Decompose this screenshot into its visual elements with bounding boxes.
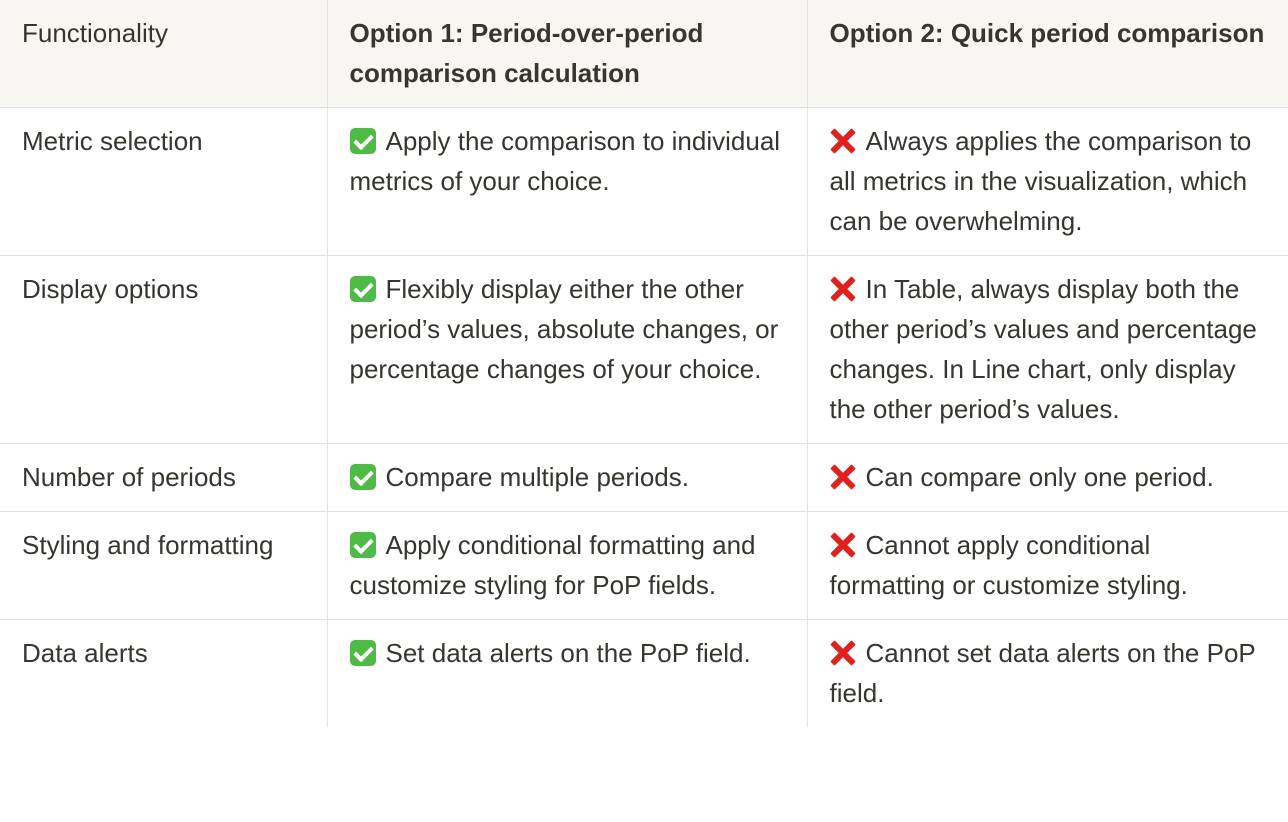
option-1-text: Set data alerts on the PoP field. — [385, 638, 751, 668]
check-mark-icon — [349, 464, 376, 490]
check-mark-icon — [349, 640, 376, 666]
header-option-1: Option 1: Period-over-period comparison … — [326, 0, 808, 108]
functionality-cell: Data alerts — [0, 619, 328, 727]
option-1-cell: Flexibly display either the other period… — [326, 255, 808, 444]
functionality-cell: Display options — [0, 255, 328, 444]
option-1-cell: Apply the comparison to individual metri… — [326, 107, 808, 256]
table-row: Metric selection Apply the comparison to… — [0, 107, 1288, 256]
header-row: Functionality Option 1: Period-over-peri… — [0, 0, 1288, 108]
table-row: Data alerts Set data alerts on the PoP f… — [0, 619, 1288, 727]
option-2-text: Can compare only one period. — [865, 462, 1214, 492]
check-mark-icon — [349, 276, 376, 302]
option-1-cell: Apply conditional formatting and customi… — [326, 511, 808, 620]
option-1-text: Flexibly display either the other period… — [349, 274, 779, 384]
cross-mark-icon — [830, 464, 856, 490]
option-1-cell: Set data alerts on the PoP field. — [326, 619, 808, 727]
functionality-cell: Metric selection — [0, 107, 328, 256]
check-mark-icon — [349, 532, 376, 558]
header-functionality: Functionality — [0, 0, 328, 108]
comparison-table: Functionality Option 1: Period-over-peri… — [0, 0, 1288, 727]
functionality-cell: Styling and formatting — [0, 511, 328, 620]
table-header: Functionality Option 1: Period-over-peri… — [0, 0, 1288, 108]
table-body: Metric selection Apply the comparison to… — [0, 107, 1288, 727]
option-1-text: Apply conditional formatting and customi… — [349, 530, 756, 600]
cross-mark-icon — [830, 276, 856, 302]
option-1-cell: Compare multiple periods. — [326, 443, 808, 512]
option-1-text: Compare multiple periods. — [385, 462, 689, 492]
table-row: Display options Flexibly display either … — [0, 255, 1288, 444]
option-2-text: In Table, always display both the other … — [829, 274, 1257, 424]
option-2-text: Cannot set data alerts on the PoP field. — [829, 638, 1256, 708]
option-2-cell: Cannot set data alerts on the PoP field. — [806, 619, 1288, 727]
check-mark-icon — [349, 128, 376, 154]
cross-mark-icon — [830, 640, 856, 666]
option-2-cell: Always applies the comparison to all met… — [806, 107, 1288, 256]
option-2-text: Cannot apply conditional formatting or c… — [829, 530, 1188, 600]
option-2-text: Always applies the comparison to all met… — [829, 126, 1252, 236]
cross-mark-icon — [830, 532, 856, 558]
option-2-cell: Can compare only one period. — [806, 443, 1288, 512]
table-row: Number of periods Compare multiple perio… — [0, 443, 1288, 512]
table-row: Styling and formatting Apply conditional… — [0, 511, 1288, 620]
option-2-cell: In Table, always display both the other … — [806, 255, 1288, 444]
option-2-cell: Cannot apply conditional formatting or c… — [806, 511, 1288, 620]
cross-mark-icon — [830, 128, 856, 154]
header-option-2: Option 2: Quick period comparison — [806, 0, 1288, 108]
option-1-text: Apply the comparison to individual metri… — [349, 126, 781, 196]
functionality-cell: Number of periods — [0, 443, 328, 512]
